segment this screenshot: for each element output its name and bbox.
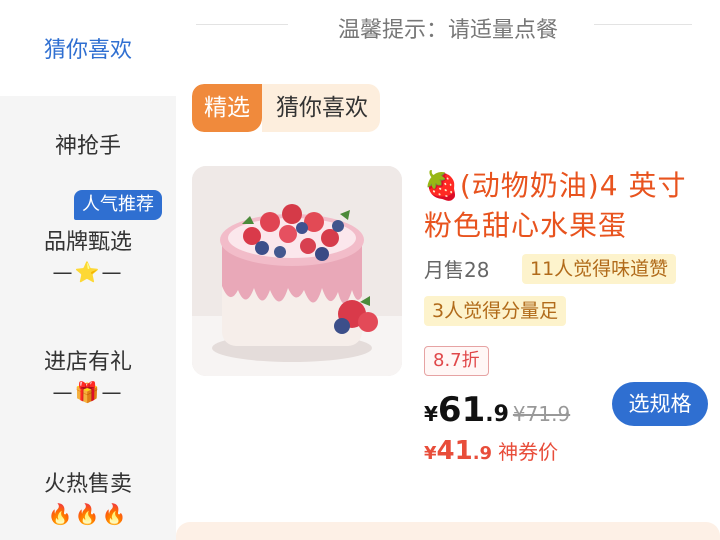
next-product-card[interactable] [176,522,720,540]
sidebar-item-label: 猜你喜欢 [43,38,132,63]
product-image[interactable] [192,166,402,376]
sidebar-item-label: 品牌甄选 [43,230,132,255]
sidebar-item-label: 火热售卖 [43,472,132,497]
select-spec-button[interactable]: 选规格 [612,382,708,426]
sidebar-item-guess-you-like[interactable]: 猜你喜欢 [0,0,176,96]
product-list: 温馨提示：请适量点餐 精选 猜你喜欢 🍓(动物奶油)4 英寸粉色甜心水果蛋 月售… [176,0,720,540]
discount-badge: 8.7折 [424,346,489,376]
divider [594,24,692,25]
fire-icon: 🔥🔥🔥 [47,502,129,526]
sidebar-item-label: 神抢手 [54,134,121,159]
category-sidebar: 猜你喜欢 神抢手 人气推荐 品牌甄选 —⭐— 进店有礼 —🎁— 火热售卖 🔥🔥🔥 [0,0,176,540]
product-title[interactable]: 🍓(动物奶油)4 英寸粉色甜心水果蛋 [424,166,694,246]
gift-icon: —🎁— [52,380,124,404]
product-title-text: (动物奶油)4 英寸粉色甜心水果蛋 [424,169,687,242]
sidebar-item-store-gift[interactable]: 进店有礼 —🎁— [0,344,176,404]
price-integer: 61 [437,390,486,430]
price: ¥61.9 ¥71.9 [424,390,570,432]
price-decimal: .9 [485,402,509,427]
monthly-sales: 月售28 [424,258,490,282]
coupon-price-decimal: .9 [472,443,493,464]
popular-badge: 人气推荐 [74,190,162,220]
strawberry-icon: 🍓 [424,169,460,202]
currency-symbol: ¥ [424,402,438,426]
sidebar-item-label: 进店有礼 [43,350,132,375]
coupon-price-integer: 41 [436,436,473,466]
star-icon: —⭐— [52,260,124,284]
sidebar-item-flash-deal[interactable]: 神抢手 [0,128,176,160]
sidebar-item-hot-sale[interactable]: 火热售卖 🔥🔥🔥 [0,466,176,526]
taste-tag: 11人觉得味道赞 [522,254,677,284]
sidebar-item-brand-selection[interactable]: 品牌甄选 —⭐— [0,224,176,284]
coupon-price: ¥41.9 神券价 [424,436,558,470]
currency-symbol: ¥ [424,443,437,464]
portion-tag: 3人觉得分量足 [424,296,567,326]
section-header: 精选 猜你喜欢 [192,84,380,132]
coupon-label: 神券价 [498,440,559,464]
product-card[interactable]: 🍓(动物奶油)4 英寸粉色甜心水果蛋 月售28 11人觉得味道赞 3人觉得分量足… [192,166,712,466]
cake-image [192,166,402,376]
order-tip: 温馨提示：请适量点餐 [176,0,720,56]
tip-text: 温馨提示：请适量点餐 [337,18,558,43]
featured-tag: 精选 [192,84,262,132]
original-price: ¥71.9 [512,402,571,426]
section-title: 猜你喜欢 [262,84,380,132]
